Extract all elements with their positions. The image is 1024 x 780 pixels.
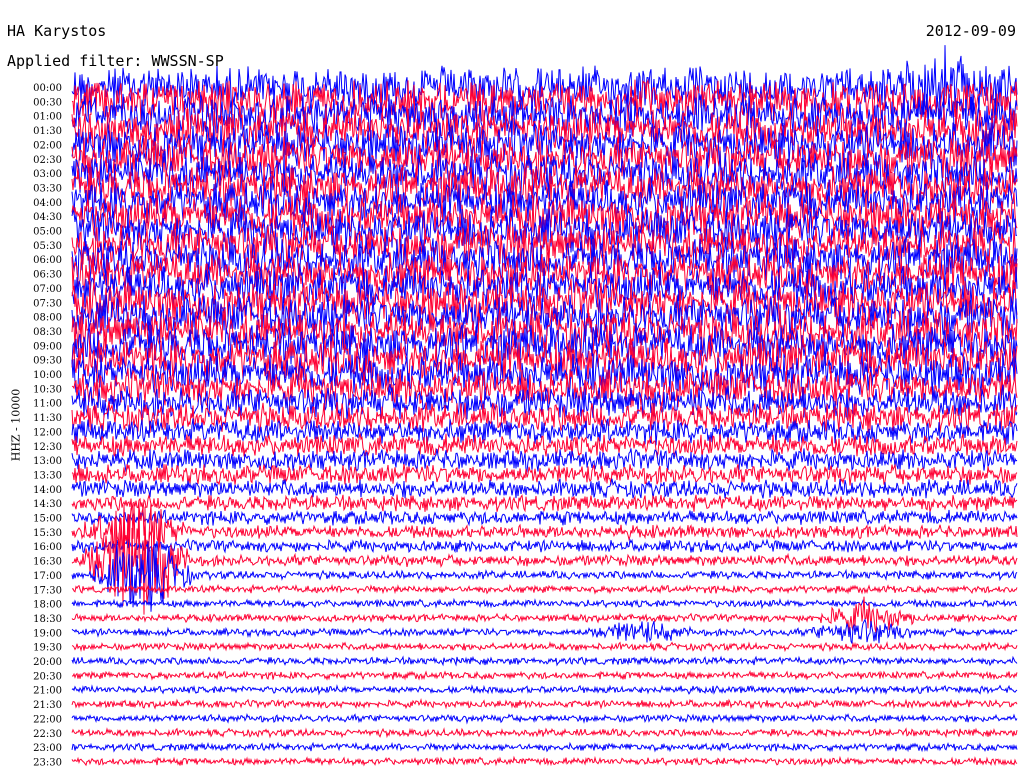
row-label: 03:00 xyxy=(33,169,62,180)
row-label: 18:30 xyxy=(33,614,62,625)
trace-1930 xyxy=(71,640,1018,653)
row-label: 07:30 xyxy=(33,298,62,309)
station-title: HA Karystos xyxy=(7,22,107,40)
row-label: 16:00 xyxy=(33,542,62,553)
row-label: 19:30 xyxy=(33,643,62,654)
row-label: 14:30 xyxy=(33,499,62,510)
trace-1430 xyxy=(71,493,1018,513)
seismic-traces xyxy=(71,45,1018,768)
row-label: 02:30 xyxy=(33,155,62,166)
row-label: 18:00 xyxy=(33,600,62,611)
trace-2200 xyxy=(71,713,1018,725)
row-label: 04:30 xyxy=(33,212,62,223)
trace-1700 xyxy=(71,541,1018,612)
trace-1730 xyxy=(71,583,1018,595)
row-label: 13:00 xyxy=(33,456,62,467)
row-label: 12:00 xyxy=(33,427,62,438)
trace-1600 xyxy=(71,537,1018,554)
trace-2030 xyxy=(71,669,1018,681)
time-row-labels: 00:00 00:30 01:00 01:30 02:00 02:30 03:00 03:30… xyxy=(33,83,62,768)
row-label: 04:00 xyxy=(33,198,62,209)
row-label: 06:30 xyxy=(33,270,62,281)
row-label: 03:30 xyxy=(33,183,62,194)
row-label: 23:30 xyxy=(33,757,62,768)
row-label: 10:30 xyxy=(33,384,62,395)
row-label: 17:30 xyxy=(33,585,62,596)
row-label: 00:00 xyxy=(33,83,62,94)
row-label: 16:30 xyxy=(33,557,62,568)
row-label: 20:30 xyxy=(33,671,62,682)
filter-label: Applied filter: WWSSN-SP xyxy=(7,52,224,70)
helicorder-plot: 00:00 00:30 01:00 01:30 02:00 02:30 03:00 03:30… xyxy=(33,45,1018,768)
row-label: 09:30 xyxy=(33,356,62,367)
row-label: 08:30 xyxy=(33,327,62,338)
trace-2230 xyxy=(71,727,1018,739)
row-label: 21:30 xyxy=(33,700,62,711)
row-label: 10:00 xyxy=(33,370,62,381)
trace-1400 xyxy=(71,478,1018,501)
trace-2130 xyxy=(71,698,1018,710)
trace-2300 xyxy=(71,741,1018,753)
y-axis-label: HHZ - 10000 xyxy=(9,388,23,462)
row-label: 00:30 xyxy=(33,97,62,108)
row-label: 19:00 xyxy=(33,628,62,639)
row-label: 08:00 xyxy=(33,313,62,324)
row-label: 01:30 xyxy=(33,126,62,137)
row-label: 17:00 xyxy=(33,571,62,582)
row-label: 11:30 xyxy=(33,413,62,424)
row-label: 13:30 xyxy=(33,470,62,481)
row-label: 05:30 xyxy=(33,241,62,252)
row-label: 11:00 xyxy=(33,399,62,410)
row-label: 12:30 xyxy=(33,442,62,453)
row-label: 22:30 xyxy=(33,729,62,740)
trace-2100 xyxy=(71,684,1018,696)
trace-1330 xyxy=(71,463,1018,486)
row-label: 05:00 xyxy=(33,227,62,238)
row-label: 20:00 xyxy=(33,657,62,668)
row-label: 01:00 xyxy=(33,112,62,123)
row-label: 06:00 xyxy=(33,255,62,266)
row-label: 09:00 xyxy=(33,341,62,352)
trace-2000 xyxy=(71,655,1018,667)
trace-2330 xyxy=(71,755,1018,768)
row-label: 21:00 xyxy=(33,686,62,697)
row-label: 22:00 xyxy=(33,714,62,725)
row-label: 07:00 xyxy=(33,284,62,295)
date-label: 2012-09-09 xyxy=(925,22,1016,40)
row-label: 14:00 xyxy=(33,485,62,496)
row-label: 15:00 xyxy=(33,514,62,525)
trace-1500 xyxy=(71,508,1018,527)
row-label: 15:30 xyxy=(33,528,62,539)
trace-1800 xyxy=(71,597,1018,610)
row-label: 02:00 xyxy=(33,140,62,151)
row-label: 23:00 xyxy=(33,743,62,754)
